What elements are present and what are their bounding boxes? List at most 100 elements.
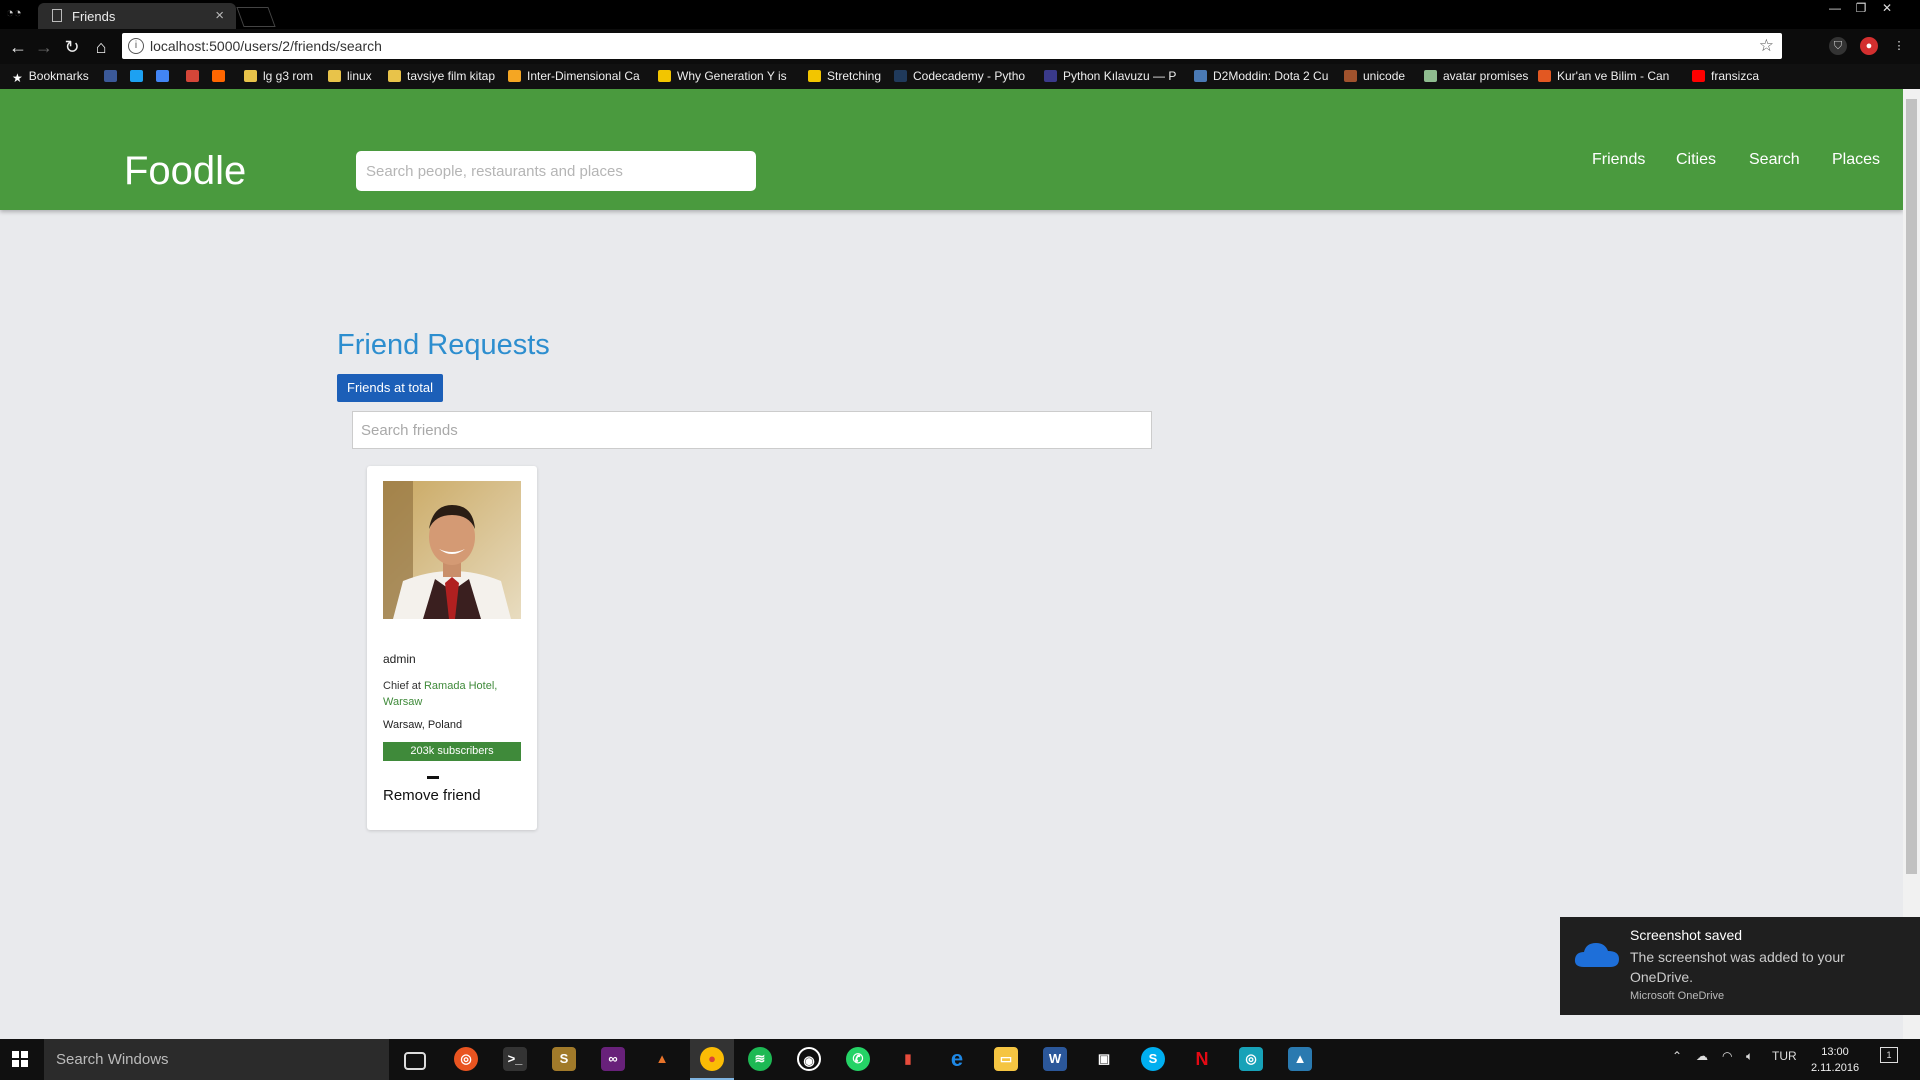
menu-dots-icon[interactable]: ⋮: [1890, 37, 1908, 55]
bookmark-label: D2Moddin: Dota 2 Cu: [1213, 69, 1329, 83]
scrollbar-thumb[interactable]: [1906, 99, 1917, 874]
bookmark-item[interactable]: Kur'an ve Bilim - Can: [1538, 69, 1683, 83]
adblock-extension-icon[interactable]: ●: [1860, 37, 1878, 55]
task-view-icon[interactable]: [404, 1052, 426, 1070]
toast-body: The screenshot was added to your OneDriv…: [1630, 949, 1845, 985]
sublime-icon[interactable]: S: [552, 1047, 576, 1071]
photos-app-icon[interactable]: ▲: [1288, 1047, 1312, 1071]
browser-tab[interactable]: Friends ×: [38, 3, 236, 29]
job-prefix: Chief at: [383, 680, 421, 692]
friend-search-input[interactable]: [352, 411, 1152, 449]
ubuntu-icon[interactable]: ◎: [454, 1047, 478, 1071]
netflix-icon[interactable]: N: [1190, 1047, 1214, 1071]
friend-job: Chief at Ramada Hotel, Warsaw: [383, 678, 523, 710]
chrome-icon[interactable]: ●: [700, 1047, 724, 1071]
bookmark-item[interactable]: Why Generation Y is: [658, 69, 798, 83]
avatar[interactable]: [383, 481, 521, 619]
address-bar[interactable]: i localhost:5000/users/2/friends/search …: [122, 33, 1782, 59]
skype-icon[interactable]: S: [1141, 1047, 1165, 1071]
incognito-icon: ◔◔: [6, 5, 22, 20]
bookmark-item[interactable]: Codecademy - Pytho: [894, 69, 1034, 83]
camera-app-icon[interactable]: ◎: [1239, 1047, 1263, 1071]
home-icon[interactable]: ⌂: [90, 36, 112, 58]
remove-friend-button[interactable]: Remove friend: [383, 787, 481, 804]
bookmark-item[interactable]: Inter-Dimensional Ca: [508, 69, 648, 83]
bookmark-item[interactable]: fransizca: [1692, 69, 1772, 83]
bookmark-item[interactable]: [156, 69, 174, 83]
windows-start-icon[interactable]: [12, 1051, 29, 1068]
bookmark-item[interactable]: avatar promises: [1424, 69, 1528, 83]
friend-name[interactable]: admin: [383, 652, 416, 666]
edge-icon[interactable]: e: [945, 1047, 969, 1071]
bookmark-label: Codecademy - Pytho: [913, 69, 1026, 83]
new-tab-button[interactable]: [236, 7, 276, 27]
bookmark-item[interactable]: unicode: [1344, 69, 1414, 83]
global-search-input[interactable]: [356, 151, 756, 191]
bookmark-item[interactable]: Python Kılavuzu — P: [1044, 69, 1184, 83]
terminal-icon[interactable]: >_: [503, 1047, 527, 1071]
restore-icon[interactable]: ❐: [1848, 0, 1874, 18]
bookmark-item[interactable]: Stretching: [808, 69, 888, 83]
minimize-icon[interactable]: —: [1822, 0, 1848, 18]
bookmark-item[interactable]: D2Moddin: Dota 2 Cu: [1194, 69, 1334, 83]
clock[interactable]: 13:00 2.11.2016: [1800, 1044, 1870, 1076]
word-icon[interactable]: W: [1043, 1047, 1067, 1071]
reload-icon[interactable]: ↻: [61, 36, 83, 58]
bookmark-favicon-icon: [508, 70, 521, 82]
app-header: Foodle Friends Cities Search Places: [0, 89, 1903, 210]
window-close-icon[interactable]: ✕: [1874, 0, 1900, 18]
browser-toolbar: ← → ↻ ⌂ i localhost:5000/users/2/friends…: [0, 29, 1920, 64]
taskbar-search[interactable]: Search Windows: [44, 1039, 389, 1080]
bookmark-item[interactable]: tavsiye film kitap: [388, 69, 506, 83]
volume-icon[interactable]: 🔈︎: [1746, 1049, 1753, 1064]
nav-cities[interactable]: Cities: [1676, 151, 1716, 169]
visual-studio-icon[interactable]: ∞: [601, 1047, 625, 1071]
whatsapp-icon[interactable]: ✆: [846, 1047, 870, 1071]
bookmark-favicon-icon: [1538, 70, 1551, 82]
bookmark-item[interactable]: ★ Bookmarks: [12, 69, 102, 83]
onedrive-cloud-icon: [1574, 943, 1619, 967]
bookmark-favicon-icon: [658, 70, 671, 82]
spotify-icon[interactable]: ≋: [748, 1047, 772, 1071]
nav-friends[interactable]: Friends: [1592, 151, 1645, 169]
bookmark-item[interactable]: [186, 69, 204, 83]
windows-taskbar: Search Windows ◎ >_ S ∞ ▲ ● ≋ ◉ ✆ ▮ e ▭ …: [0, 1039, 1920, 1080]
tab-close-icon[interactable]: ×: [215, 7, 224, 24]
bookmark-star-icon[interactable]: ☆: [1759, 36, 1774, 56]
back-icon[interactable]: ←: [7, 36, 29, 58]
bookmark-favicon-icon: [1424, 70, 1437, 82]
onedrive-tray-icon[interactable]: ☁: [1696, 1049, 1708, 1063]
bookmark-item[interactable]: [130, 69, 148, 83]
nav-search[interactable]: Search: [1749, 151, 1800, 169]
popcorn-icon[interactable]: ▮: [896, 1047, 920, 1071]
brand-logo[interactable]: Foodle: [124, 151, 246, 191]
tray-expand-icon[interactable]: ⌃: [1672, 1049, 1682, 1063]
matlab-icon[interactable]: ▲: [650, 1047, 674, 1071]
language-indicator[interactable]: TUR: [1772, 1049, 1797, 1063]
bookmark-favicon-icon: [894, 70, 907, 82]
bookmark-item[interactable]: lg g3 rom: [244, 69, 324, 83]
bookmark-item[interactable]: linux: [328, 69, 384, 83]
bookmark-item[interactable]: [212, 69, 230, 83]
action-center-icon[interactable]: 1: [1880, 1047, 1898, 1063]
friends-total-button[interactable]: Friends at total: [337, 374, 443, 402]
bookmark-item[interactable]: [104, 69, 122, 83]
file-explorer-icon[interactable]: ▭: [994, 1047, 1018, 1071]
page-scrollbar[interactable]: [1903, 89, 1920, 1039]
notification-toast[interactable]: Screenshot saved The screenshot was adde…: [1560, 917, 1920, 1015]
bookmark-label: Python Kılavuzu — P: [1063, 69, 1177, 83]
shield-extension-icon[interactable]: ⛉: [1829, 37, 1847, 55]
bookmarks-bar: ★ Bookmarks lg g3 rom linux tavsiye film kit…: [0, 64, 1920, 89]
site-info-icon[interactable]: i: [128, 38, 144, 54]
friend-card: admin Chief at Ramada Hotel, Warsaw Wars…: [367, 466, 537, 830]
bookmark-favicon-icon: [186, 70, 199, 82]
store-icon[interactable]: ▣: [1092, 1047, 1116, 1071]
nav-places[interactable]: Places: [1832, 151, 1880, 169]
minus-icon[interactable]: [427, 776, 439, 779]
forward-icon[interactable]: →: [33, 36, 55, 58]
bookmark-label: Kur'an ve Bilim - Can: [1557, 69, 1670, 83]
wifi-icon[interactable]: ◠: [1722, 1049, 1732, 1063]
obs-icon[interactable]: ◉: [797, 1047, 821, 1071]
bookmark-label: tavsiye film kitap: [407, 69, 496, 83]
url-text[interactable]: localhost:5000/users/2/friends/search: [150, 38, 382, 54]
